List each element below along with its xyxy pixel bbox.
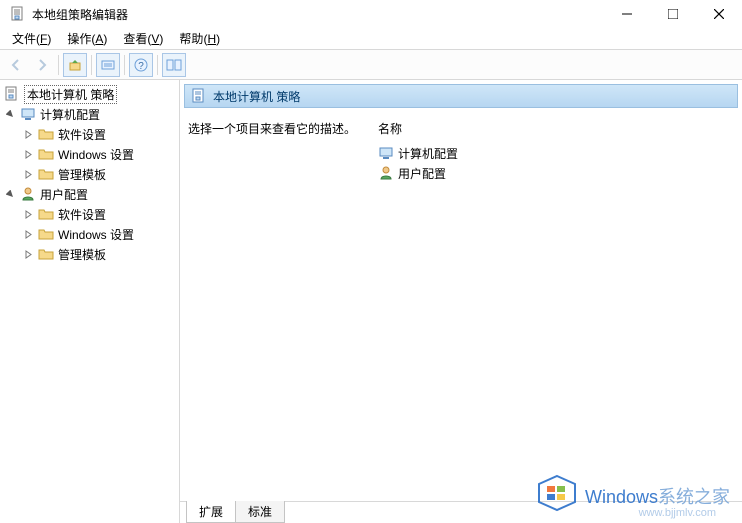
folder-icon <box>38 166 54 182</box>
detail-list: 名称 计算机配置 用户配置 <box>378 120 734 493</box>
policy-icon <box>4 86 20 102</box>
menu-file[interactable]: 文件(F) <box>4 28 59 49</box>
toolbar-sep <box>157 55 158 75</box>
user-icon <box>378 165 394 181</box>
computer-icon <box>20 106 36 122</box>
policy-icon <box>191 88 207 104</box>
tree-item[interactable]: 软件设置 <box>22 124 179 144</box>
watermark: Windows系统之家 www.bjjmlv.com <box>537 474 730 517</box>
tab-standard[interactable]: 标准 <box>235 501 285 523</box>
minimize-button[interactable] <box>604 0 650 28</box>
detail-body: 选择一个项目来查看它的描述。 名称 计算机配置 用户配置 <box>180 108 742 501</box>
menu-help[interactable]: 帮助(H) <box>171 28 228 49</box>
tree-item[interactable]: 管理模板 <box>22 244 179 264</box>
tree-item[interactable]: 软件设置 <box>22 204 179 224</box>
folder-icon <box>38 246 54 262</box>
expand-icon[interactable] <box>22 248 34 260</box>
detail-prompt: 选择一个项目来查看它的描述。 <box>188 122 356 136</box>
menu-action[interactable]: 操作(A) <box>59 28 115 49</box>
tree-panel: 本地计算机 策略 计算机配置 软件设置 <box>0 80 180 523</box>
menu-view[interactable]: 查看(V) <box>115 28 171 49</box>
tree-section-computer[interactable]: 计算机配置 <box>4 104 179 124</box>
back-button[interactable] <box>4 53 28 77</box>
expand-icon[interactable] <box>22 148 34 160</box>
toolbar-sep <box>58 55 59 75</box>
detail-header-title: 本地计算机 策略 <box>213 88 300 105</box>
tree-root-label: 本地计算机 策略 <box>24 85 117 104</box>
menubar: 文件(F) 操作(A) 查看(V) 帮助(H) <box>0 28 742 50</box>
collapse-icon[interactable] <box>4 108 16 120</box>
tree-item[interactable]: 管理模板 <box>22 164 179 184</box>
tree-label: 软件设置 <box>58 126 106 143</box>
content: 本地计算机 策略 计算机配置 软件设置 <box>0 80 742 523</box>
app-icon <box>10 6 26 22</box>
tree-label: 管理模板 <box>58 246 106 263</box>
expand-icon[interactable] <box>22 208 34 220</box>
folder-icon <box>38 146 54 162</box>
up-button[interactable] <box>63 53 87 77</box>
properties-button[interactable] <box>96 53 120 77</box>
tree-label: Windows 设置 <box>58 146 134 163</box>
tree-label: 软件设置 <box>58 206 106 223</box>
toolbar: ? <box>0 50 742 80</box>
forward-button[interactable] <box>30 53 54 77</box>
tree-item[interactable]: Windows 设置 <box>22 144 179 164</box>
toolbar-sep <box>91 55 92 75</box>
detail-panel: 本地计算机 策略 选择一个项目来查看它的描述。 名称 计算机配置 用户配 <box>180 80 742 523</box>
tree-root[interactable]: 本地计算机 策略 <box>0 84 179 104</box>
window-title: 本地组策略编辑器 <box>32 6 128 23</box>
titlebar: 本地组策略编辑器 <box>0 0 742 28</box>
tree-section-user[interactable]: 用户配置 <box>4 184 179 204</box>
tab-extended[interactable]: 扩展 <box>186 501 236 523</box>
tree-label: 管理模板 <box>58 166 106 183</box>
expand-icon[interactable] <box>22 228 34 240</box>
watermark-brand: Windows系统之家 <box>585 483 730 509</box>
folder-icon <box>38 206 54 222</box>
maximize-button[interactable] <box>650 0 696 28</box>
close-button[interactable] <box>696 0 742 28</box>
detail-header: 本地计算机 策略 <box>184 84 738 108</box>
help-button[interactable]: ? <box>129 53 153 77</box>
toolbar-sep <box>124 55 125 75</box>
watermark-url: www.bjjmlv.com <box>639 507 716 519</box>
list-item[interactable]: 计算机配置 <box>378 143 734 163</box>
window-controls <box>604 0 742 28</box>
list-item-label: 用户配置 <box>398 165 446 182</box>
list-item-label: 计算机配置 <box>398 145 458 162</box>
expand-icon[interactable] <box>22 168 34 180</box>
tree-label: Windows 设置 <box>58 226 134 243</box>
collapse-icon[interactable] <box>4 188 16 200</box>
column-header-name[interactable]: 名称 <box>378 120 734 137</box>
detail-description: 选择一个项目来查看它的描述。 <box>188 120 378 493</box>
folder-icon <box>38 126 54 142</box>
tree-label: 用户配置 <box>40 186 88 203</box>
tree-item[interactable]: Windows 设置 <box>22 224 179 244</box>
windows-logo-icon <box>537 474 577 517</box>
expand-icon[interactable] <box>22 128 34 140</box>
list-item[interactable]: 用户配置 <box>378 163 734 183</box>
tree-label: 计算机配置 <box>40 106 100 123</box>
computer-icon <box>378 145 394 161</box>
svg-text:?: ? <box>138 61 144 72</box>
show-hide-button[interactable] <box>162 53 186 77</box>
folder-icon <box>38 226 54 242</box>
user-icon <box>20 186 36 202</box>
